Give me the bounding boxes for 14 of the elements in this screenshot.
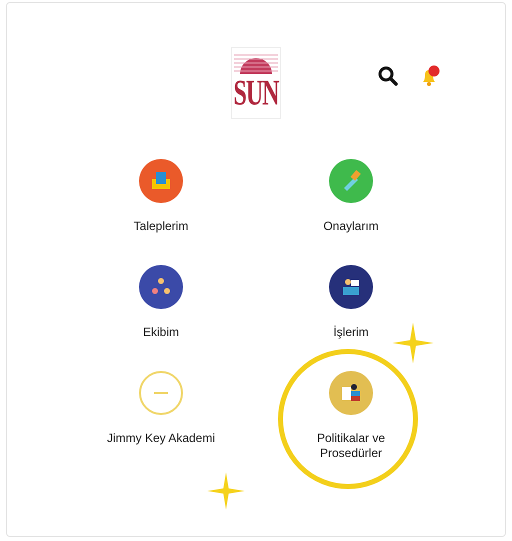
menu-label[interactable]: Politikalar ve Prosedürler [296, 431, 406, 461]
menu-label[interactable]: Ekibim [106, 325, 216, 340]
sparkle-icon [206, 471, 246, 511]
menu-label[interactable]: İşlerim [296, 325, 406, 340]
logo-text: SUN [233, 76, 278, 112]
sunset-icon [234, 52, 278, 74]
menu-icon[interactable] [139, 265, 183, 309]
menu-icon[interactable] [329, 371, 373, 415]
search-icon[interactable] [377, 65, 399, 87]
menu-label[interactable]: Jimmy Key Akademi [106, 431, 216, 446]
menu-label[interactable]: Taleplerim [106, 219, 216, 234]
menu-icon[interactable] [329, 265, 373, 309]
sparkle-icon [391, 321, 435, 365]
menu-label[interactable]: Onaylarım [296, 219, 406, 234]
